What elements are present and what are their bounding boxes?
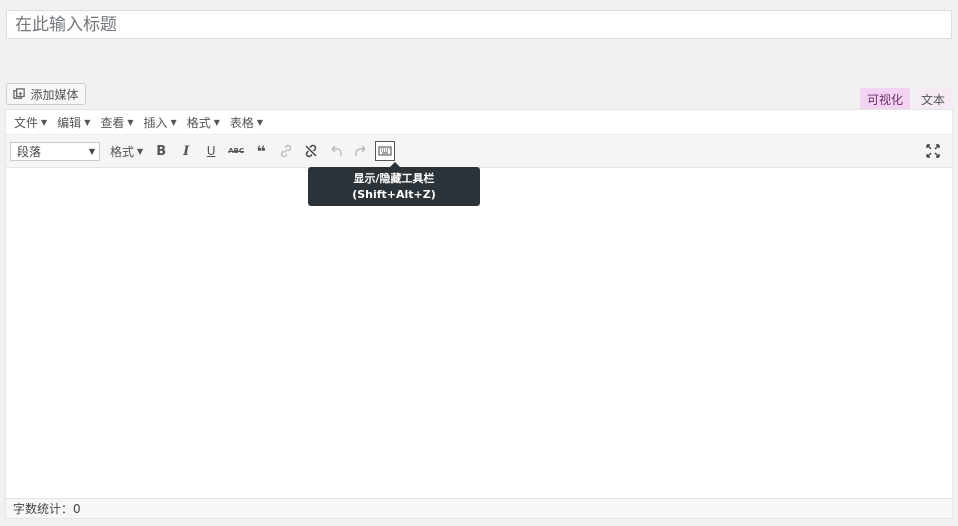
strikethrough-button[interactable]: ABC xyxy=(225,139,247,163)
menu-view[interactable]: 查看 ▼ xyxy=(95,114,138,131)
editor-toolbar: 段落 ▼ 格式 ▼ B I U ABC ❝ xyxy=(6,135,952,168)
chevron-down-icon: ▼ xyxy=(137,146,144,156)
editor-statusbar: 字数统计：0 xyxy=(6,498,952,518)
word-count: 字数统计：0 xyxy=(13,502,81,516)
chevron-down-icon: ▼ xyxy=(84,117,91,127)
paragraph-format-select[interactable]: 段落 ▼ xyxy=(10,141,100,161)
tooltip-title: 显示/隐藏工具栏 xyxy=(353,171,435,185)
menu-insert-label: 插入 xyxy=(143,115,168,130)
insert-link-button[interactable] xyxy=(275,139,297,163)
menu-file[interactable]: 文件 ▼ xyxy=(9,114,52,131)
menu-edit-label: 编辑 xyxy=(57,115,82,130)
link-icon xyxy=(281,144,292,158)
undo-button[interactable] xyxy=(325,139,347,163)
toolbar-toggle-tooltip: 显示/隐藏工具栏 (Shift+Alt+Z) xyxy=(308,162,480,206)
formats-menu-button[interactable]: 格式 ▼ xyxy=(106,139,147,163)
remove-link-button[interactable] xyxy=(300,139,322,163)
formats-menu-label: 格式 xyxy=(110,144,135,159)
chevron-down-icon: ▼ xyxy=(127,117,134,127)
media-icon xyxy=(13,87,26,99)
chevron-down-icon: ▼ xyxy=(41,117,48,127)
menu-file-label: 文件 xyxy=(14,115,39,130)
chevron-down-icon: ▼ xyxy=(213,117,220,127)
menu-table-label: 表格 xyxy=(229,115,254,130)
keyboard-icon xyxy=(378,146,392,156)
editor-mode-tabs: 可视化 文本 xyxy=(859,88,952,109)
menu-format-label: 格式 xyxy=(186,115,211,130)
menu-view-label: 查看 xyxy=(100,115,125,130)
toolbar-toggle-button[interactable] xyxy=(375,141,396,161)
undo-icon xyxy=(331,145,342,156)
unlink-icon xyxy=(305,144,317,158)
chevron-down-icon: ▼ xyxy=(170,117,177,127)
menu-format[interactable]: 格式 ▼ xyxy=(182,114,225,131)
redo-button[interactable] xyxy=(350,139,372,163)
fullscreen-icon xyxy=(926,144,940,158)
menu-table[interactable]: 表格 ▼ xyxy=(225,114,268,131)
chevron-down-icon: ▼ xyxy=(256,117,264,127)
italic-button[interactable]: I xyxy=(175,139,197,163)
blockquote-button[interactable]: ❝ xyxy=(250,139,272,163)
post-title-input[interactable] xyxy=(7,11,951,38)
menu-insert[interactable]: 插入 ▼ xyxy=(139,114,182,131)
add-media-label: 添加媒体 xyxy=(30,87,79,102)
fullscreen-button[interactable] xyxy=(922,139,944,163)
tab-text[interactable]: 文本 xyxy=(913,88,952,109)
bold-button[interactable]: B xyxy=(150,139,172,163)
editor-content-area[interactable] xyxy=(6,168,952,488)
paragraph-format-value: 段落 xyxy=(17,144,42,159)
editor-menubar: 文件 ▼ 编辑 ▼ 查看 ▼ 插入 ▼ 格式 ▼ 表格 ▼ xyxy=(6,110,952,135)
add-media-button[interactable]: 添加媒体 xyxy=(6,83,86,105)
tooltip-shortcut: (Shift+Alt+Z) xyxy=(352,187,436,201)
menu-edit[interactable]: 编辑 ▼ xyxy=(52,114,95,131)
underline-button[interactable]: U xyxy=(200,139,222,163)
chevron-down-icon: ▼ xyxy=(88,146,95,156)
tab-visual[interactable]: 可视化 xyxy=(859,88,910,109)
redo-icon xyxy=(355,145,366,156)
post-title-field[interactable] xyxy=(6,10,952,39)
